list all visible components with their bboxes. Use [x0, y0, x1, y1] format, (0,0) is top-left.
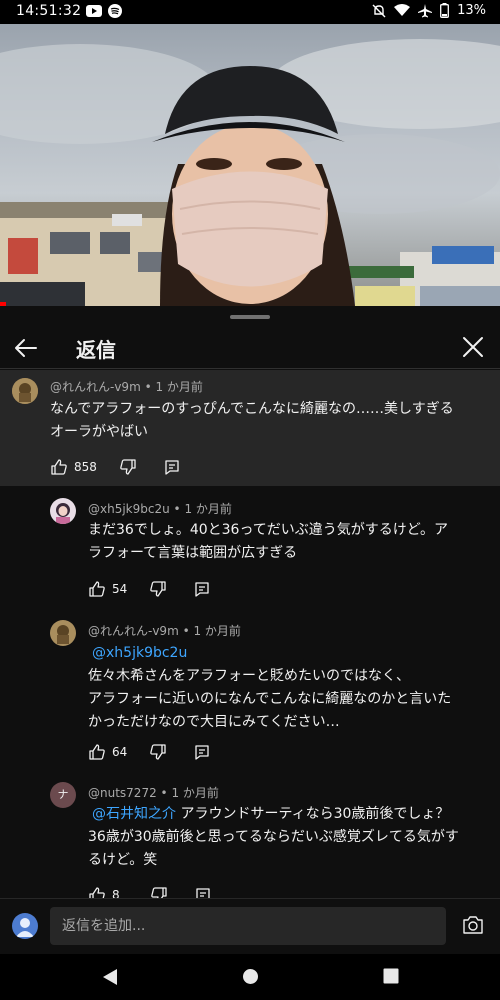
- like-count: 64: [112, 745, 128, 759]
- thumbs-up-icon: [89, 581, 105, 597]
- main-comment: @れんれん-v9m • 1 か月前 なんでアラフォーのすっぴんでこんなに綺麗なの…: [0, 370, 500, 486]
- nav-back-icon[interactable]: [102, 968, 118, 986]
- comment-text-line: オーラがやばい: [50, 424, 148, 440]
- close-icon[interactable]: [460, 334, 486, 360]
- reply-text-line: アラフォーに近いのになんでこんなに綺麗なのかと言いた: [88, 691, 452, 707]
- avatar[interactable]: [50, 620, 76, 646]
- panel-header: 返信: [0, 324, 500, 374]
- reply-text-line: ラフォーて言葉は範囲が広すぎる: [88, 545, 298, 561]
- mute-icon: [372, 4, 386, 17]
- reply-item: @xh5jk9bc2u • 1 か月前 まだ36でしょ。40と36ってだいぶ違う…: [0, 486, 500, 610]
- drag-handle[interactable]: [230, 315, 270, 319]
- avatar[interactable]: [50, 498, 76, 524]
- reply-text: @石井知之介 アラウンドサーティなら30歳前後でしょ？ 36歳が30歳前後と思っ…: [88, 803, 459, 872]
- reply-age: 1 か月前: [171, 786, 219, 800]
- panel-title: 返信: [76, 338, 116, 362]
- thumbs-down-icon[interactable]: [149, 580, 167, 598]
- nav-home-icon[interactable]: [242, 968, 259, 985]
- system-nav-bar: [0, 954, 500, 1000]
- reply-text: @xh5jk9bc2u 佐々木希さんをアラフォーと貶めたいのではなく、 アラフォ…: [88, 642, 451, 734]
- battery-level: 13%: [457, 3, 486, 18]
- user-avatar-icon: [16, 918, 34, 937]
- avatar[interactable]: ナ: [50, 782, 76, 808]
- avatar-image: [50, 620, 76, 646]
- reply-author[interactable]: @れんれん-v9m: [88, 624, 179, 638]
- battery-icon: [440, 3, 450, 18]
- reply-text-line: アラウンドサーティなら30歳前後でしょ？: [176, 806, 450, 822]
- replies-panel: 返信 @れんれん-v9m • 1 か月前 なんでアラフォーのすっぴんでこんなに綺…: [0, 306, 500, 1000]
- avatar[interactable]: [12, 378, 38, 404]
- reply-text-line: かっただけなので大目にみてください…: [88, 714, 340, 730]
- reply-icon[interactable]: [193, 580, 211, 598]
- reply-author[interactable]: @nuts7272: [88, 786, 157, 800]
- like-button[interactable]: 64: [88, 743, 127, 761]
- avatar-image: [12, 378, 38, 404]
- comment-text-line: なんでアラフォーのすっぴんでこんなに綺麗なの……美しすぎる: [50, 401, 454, 417]
- nav-recents-icon[interactable]: [383, 968, 399, 984]
- avatar-image: [50, 498, 76, 524]
- thumbs-down-icon[interactable]: [149, 743, 167, 761]
- reply-composer: 返信を追加...: [0, 898, 500, 955]
- youtube-notification-icon: [86, 5, 102, 17]
- reply-actions: 54: [88, 580, 211, 598]
- wifi-icon: [394, 4, 411, 16]
- thumbs-down-icon[interactable]: [119, 458, 137, 476]
- video-frame-image: [0, 39, 500, 306]
- reply-author[interactable]: @xh5jk9bc2u: [88, 502, 170, 516]
- thumbs-up-icon: [89, 744, 105, 760]
- airplane-mode-icon: [418, 3, 433, 17]
- video-player[interactable]: [0, 24, 500, 306]
- comment-text: なんでアラフォーのすっぴんでこんなに綺麗なの……美しすぎる オーラがやばい: [50, 398, 454, 444]
- reply-item: @れんれん-v9m • 1 か月前 @xh5jk9bc2u 佐々木希さんをアラフ…: [0, 610, 500, 772]
- thumbs-up-icon: [51, 459, 67, 475]
- like-count: 54: [112, 582, 128, 596]
- spotify-notification-icon: [108, 4, 122, 18]
- comment-author[interactable]: @れんれん-v9m: [50, 380, 141, 394]
- status-time: 14:51:32: [16, 3, 82, 19]
- reply-icon[interactable]: [193, 743, 211, 761]
- comment-actions: 858: [50, 458, 181, 476]
- like-button[interactable]: 858: [50, 458, 97, 476]
- reply-text-line: 佐々木希さんをアラフォーと貶めたいのではなく、: [88, 668, 410, 684]
- like-count: 858: [74, 460, 97, 474]
- avatar-letter: ナ: [57, 788, 69, 801]
- reply-text-line: まだ36でしょ。40と36ってだいぶ違う気がするけど。ア: [88, 522, 449, 538]
- reply-actions: 64: [88, 743, 211, 761]
- camera-icon[interactable]: [462, 915, 484, 935]
- back-arrow-icon[interactable]: [12, 334, 40, 362]
- comment-age: 1 か月前: [155, 380, 203, 394]
- reply-age: 1 か月前: [193, 624, 241, 638]
- reply-text-line: るけど。笑: [88, 852, 158, 868]
- reply-age: 1 か月前: [184, 502, 232, 516]
- mention-link[interactable]: @石井知之介: [92, 806, 176, 822]
- reply-text: まだ36でしょ。40と36ってだいぶ違う気がするけど。ア ラフォーて言葉は範囲が…: [88, 519, 448, 565]
- like-button[interactable]: 54: [88, 580, 127, 598]
- reply-meta: @xh5jk9bc2u • 1 か月前: [88, 502, 232, 516]
- comment-meta: @れんれん-v9m • 1 か月前: [50, 380, 203, 394]
- reply-meta: @れんれん-v9m • 1 か月前: [88, 624, 241, 638]
- reply-meta: @nuts7272 • 1 か月前: [88, 786, 219, 800]
- add-reply-input[interactable]: 返信を追加...: [50, 907, 446, 945]
- mention-link[interactable]: @xh5jk9bc2u: [92, 645, 187, 661]
- reply-text-line: 36歳が30歳前後と思ってるならだいぶ感覚ズレてる気がす: [88, 829, 459, 845]
- status-bar: 14:51:32 13%: [0, 0, 500, 24]
- header-divider: [0, 368, 500, 369]
- reply-item: ナ @nuts7272 • 1 か月前 @石井知之介 アラウンドサーティなら30…: [0, 772, 500, 903]
- user-avatar[interactable]: [12, 913, 38, 939]
- reply-icon[interactable]: [163, 458, 181, 476]
